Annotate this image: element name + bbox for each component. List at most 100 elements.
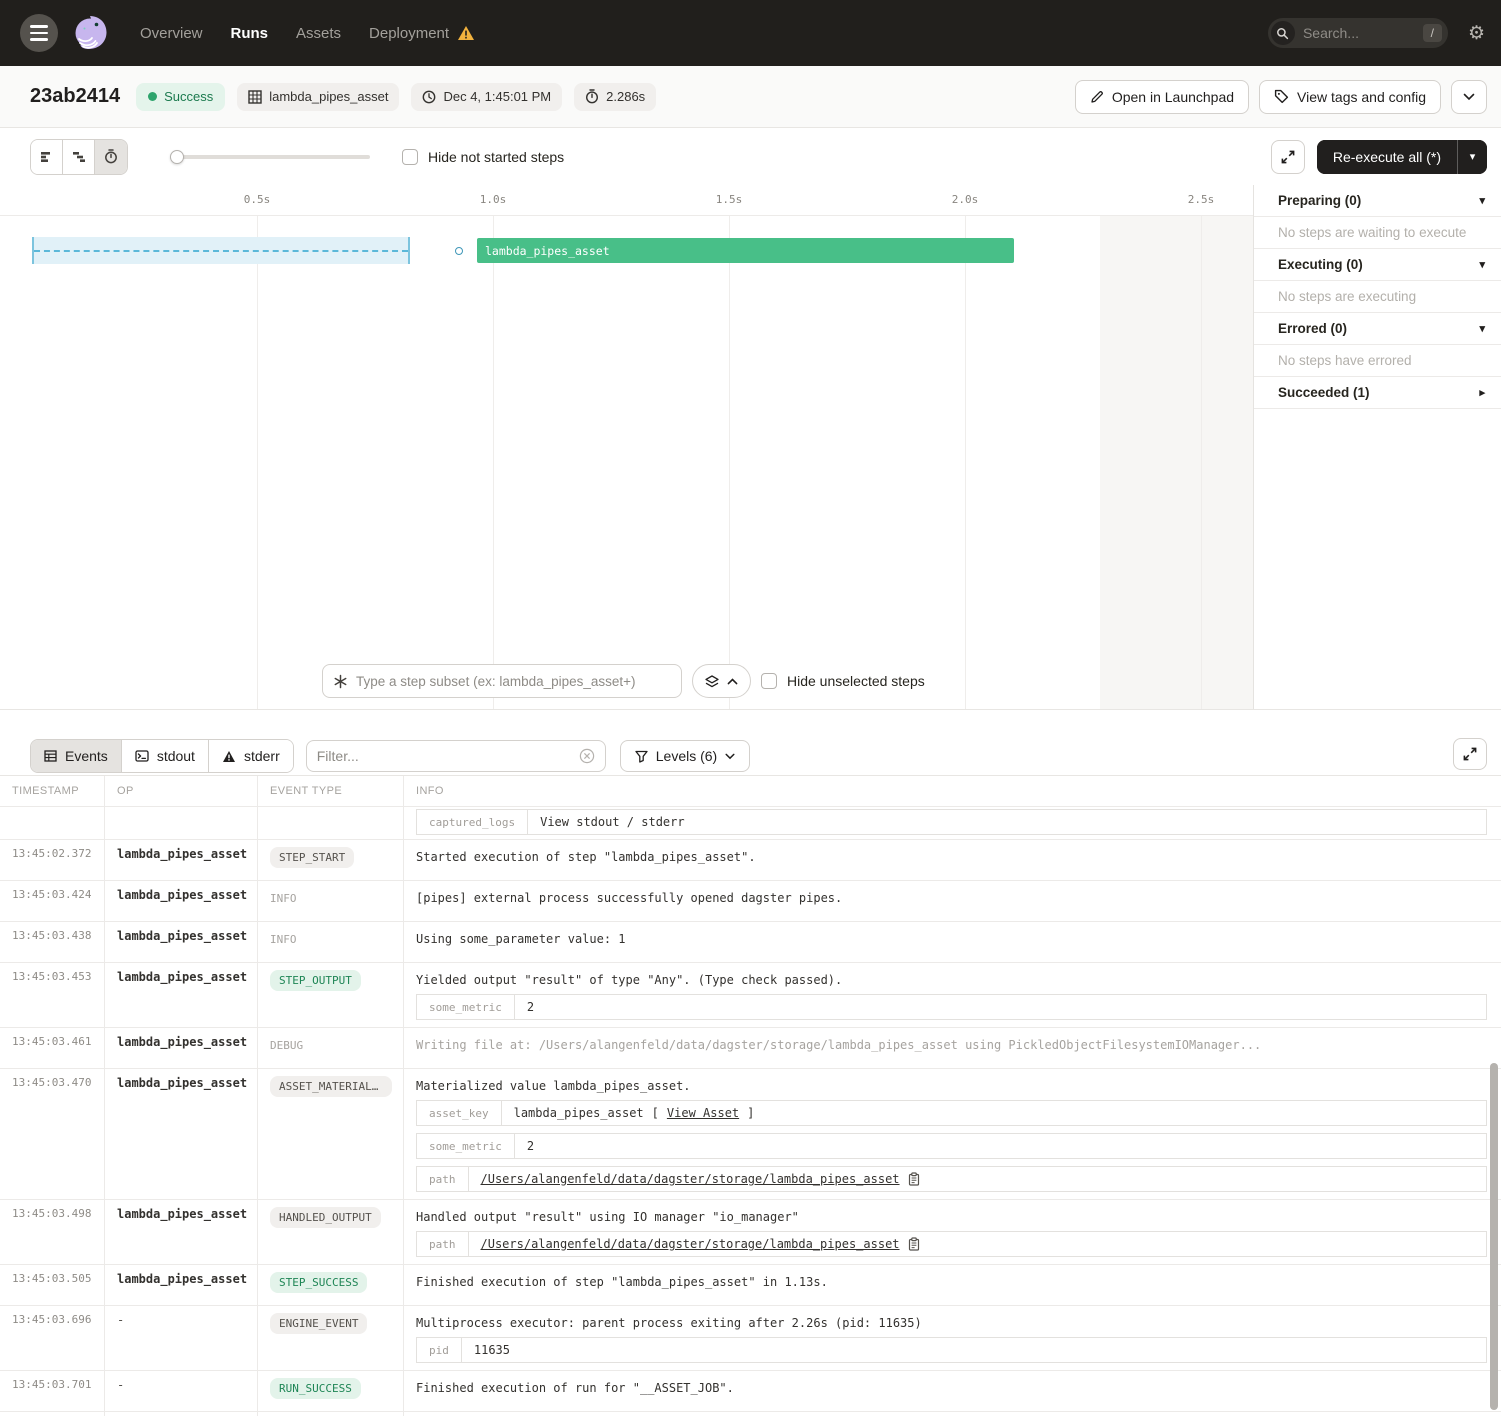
clock-icon bbox=[422, 90, 436, 104]
graph-query-toggle-button[interactable] bbox=[692, 664, 751, 698]
gantt-bottom-controls: Type a step subset (ex: lambda_pipes_ass… bbox=[322, 664, 925, 698]
log-row: 13:45:03.424lambda_pipes_assetINFO[pipes… bbox=[0, 881, 1501, 922]
timestamp-cell[interactable]: 13:45:03.696 bbox=[0, 1306, 105, 1370]
gantt-chart: 0.5s1.0s1.5s2.0s2.5s lambda_pipes_asset … bbox=[0, 185, 1253, 709]
clear-filter-icon[interactable] bbox=[579, 748, 595, 764]
pencil-icon bbox=[1090, 90, 1104, 104]
copy-icon[interactable] bbox=[908, 1172, 920, 1186]
step-subset-input[interactable]: Type a step subset (ex: lambda_pipes_ass… bbox=[322, 664, 682, 698]
waterfall-view-icon[interactable] bbox=[63, 140, 95, 174]
slider-knob[interactable] bbox=[170, 150, 184, 164]
caret-down-icon: ▾ bbox=[1479, 194, 1485, 207]
gantt-body: lambda_pipes_asset Type a step subset (e… bbox=[0, 216, 1253, 709]
tag-icon bbox=[1274, 89, 1289, 104]
sidebar-section-executing[interactable]: Executing (0)▾ bbox=[1254, 249, 1501, 281]
run-more-actions-button[interactable] bbox=[1451, 80, 1487, 114]
hide-unselected-label: Hide unselected steps bbox=[787, 673, 925, 689]
nav-item-assets[interactable]: Assets bbox=[296, 25, 341, 42]
hide-unselected-checkbox[interactable]: Hide unselected steps bbox=[761, 673, 925, 689]
panel-splitter[interactable] bbox=[0, 710, 1501, 737]
hamburger-menu-button[interactable] bbox=[20, 14, 58, 52]
nav-item-overview[interactable]: Overview bbox=[140, 25, 203, 42]
funnel-icon bbox=[635, 750, 648, 763]
dagster-logo-icon[interactable] bbox=[70, 12, 112, 54]
column-header-op: OP bbox=[105, 776, 258, 806]
metadata-key: pid bbox=[417, 1338, 462, 1362]
reexecute-all-button[interactable]: Re-execute all (*) bbox=[1317, 140, 1457, 174]
checkbox-icon[interactable] bbox=[402, 149, 418, 165]
run-tag-clock: Dec 4, 1:45:01 PM bbox=[411, 83, 562, 111]
metadata-link[interactable]: /Users/alangenfeld/data/dagster/storage/… bbox=[481, 1237, 900, 1251]
checkbox-icon[interactable] bbox=[761, 673, 777, 689]
event-message: Yielded output "result" of type "Any". (… bbox=[416, 970, 1489, 987]
metadata-text: lambda_pipes_asset bbox=[514, 1106, 644, 1120]
run-tags: lambda_pipes_assetDec 4, 1:45:01 PM2.286… bbox=[225, 83, 656, 111]
search-input[interactable]: Search... / bbox=[1268, 18, 1448, 48]
open-in-launchpad-button[interactable]: Open in Launchpad bbox=[1075, 80, 1249, 114]
table-icon bbox=[44, 750, 57, 762]
tab-stdout[interactable]: stdout bbox=[122, 740, 209, 772]
info-cell: Handled output "result" using IO manager… bbox=[404, 1200, 1501, 1264]
log-filter-field[interactable] bbox=[306, 740, 606, 772]
sidebar-section-succeeded[interactable]: Succeeded (1)▸ bbox=[1254, 377, 1501, 409]
event-log-table: TIMESTAMPOPEVENT TYPEINFOcaptured_logsVi… bbox=[0, 775, 1501, 1416]
timestamp-cell[interactable]: 13:45:03.424 bbox=[0, 881, 105, 921]
op-cell: lambda_pipes_asset bbox=[105, 840, 258, 880]
sidebar-section-preparing[interactable]: Preparing (0)▾ bbox=[1254, 185, 1501, 217]
log-row: 13:45:03.470lambda_pipes_assetASSET_MATE… bbox=[0, 1069, 1501, 1200]
nav-item-label: Deployment bbox=[369, 25, 449, 42]
gantt-zoom-slider[interactable] bbox=[170, 150, 370, 164]
info-cell: Writing file at: /Users/alangenfeld/data… bbox=[404, 1028, 1501, 1068]
gear-icon[interactable]: ⚙ bbox=[1468, 24, 1485, 43]
event-type-cell: ASSET_MATERIALIZAT… bbox=[258, 1069, 404, 1199]
log-row: 13:45:03.461lambda_pipes_assetDEBUGWriti… bbox=[0, 1028, 1501, 1069]
log-fullscreen-icon[interactable] bbox=[1453, 738, 1487, 770]
sidebar-section-errored[interactable]: Errored (0)▾ bbox=[1254, 313, 1501, 345]
info-cell: Yielded output "result" of type "Any". (… bbox=[404, 963, 1501, 1027]
flat-view-icon[interactable] bbox=[31, 140, 63, 174]
log-filter-input[interactable] bbox=[317, 748, 579, 764]
sidebar-empty-message: No steps are waiting to execute bbox=[1254, 217, 1501, 249]
tab-stderr[interactable]: stderr bbox=[209, 740, 293, 772]
reexecute-caret-button[interactable]: ▾ bbox=[1457, 140, 1487, 174]
nav-item-deployment[interactable]: Deployment bbox=[369, 25, 475, 42]
hide-not-started-checkbox[interactable]: Hide not started steps bbox=[402, 149, 564, 165]
event-message: [pipes] external process successfully op… bbox=[416, 888, 1489, 905]
view-logs-link[interactable]: View stdout / stderr bbox=[540, 815, 685, 829]
slider-track[interactable] bbox=[170, 155, 370, 159]
metadata-link[interactable]: View Asset bbox=[667, 1106, 739, 1120]
dagster-run-page: Overview Runs Assets Deployment Search... /… bbox=[0, 0, 1501, 1416]
button-label: View tags and config bbox=[1297, 89, 1426, 105]
run-tag-grid[interactable]: lambda_pipes_asset bbox=[237, 83, 399, 111]
timestamp-cell[interactable]: 13:45:03.701 bbox=[0, 1371, 105, 1411]
timestamp-cell[interactable]: 13:45:03.498 bbox=[0, 1200, 105, 1264]
metadata-value: View stdout / stderr bbox=[528, 810, 1486, 834]
timestamp-cell[interactable]: 13:45:03.505 bbox=[0, 1265, 105, 1305]
levels-label: Levels (6) bbox=[656, 748, 717, 764]
log-tabs: Eventsstdoutstderr bbox=[30, 739, 294, 773]
timing-view-icon[interactable] bbox=[95, 140, 127, 174]
view-tags-and-config-button[interactable]: View tags and config bbox=[1259, 80, 1441, 114]
levels-filter-button[interactable]: Levels (6) bbox=[620, 740, 750, 772]
timestamp-cell[interactable]: 13:45:03.716 bbox=[0, 1412, 105, 1416]
gantt-fullscreen-icon[interactable] bbox=[1271, 140, 1305, 174]
gantt-step-bar[interactable]: lambda_pipes_asset bbox=[477, 238, 1014, 263]
column-header-timestamp: TIMESTAMP bbox=[0, 776, 105, 806]
timestamp-cell[interactable]: 13:45:03.461 bbox=[0, 1028, 105, 1068]
op-cell: lambda_pipes_asset bbox=[105, 922, 258, 962]
timestamp-cell[interactable]: 13:45:03.470 bbox=[0, 1069, 105, 1199]
nav-item-runs[interactable]: Runs bbox=[231, 25, 269, 42]
timestamp-cell[interactable]: 13:45:03.438 bbox=[0, 922, 105, 962]
copy-icon[interactable] bbox=[908, 1237, 920, 1251]
log-row: 13:45:03.438lambda_pipes_assetINFOUsing … bbox=[0, 922, 1501, 963]
tab-events[interactable]: Events bbox=[31, 740, 122, 772]
metadata-link[interactable]: /Users/alangenfeld/data/dagster/storage/… bbox=[481, 1172, 900, 1186]
op-cell: lambda_pipes_asset bbox=[105, 1069, 258, 1199]
timestamp-cell[interactable]: 13:45:02.372 bbox=[0, 840, 105, 880]
hide-not-started-label: Hide not started steps bbox=[428, 149, 564, 165]
step-status-sidebar: Preparing (0)▾No steps are waiting to ex… bbox=[1253, 185, 1501, 709]
log-scrollbar-thumb[interactable] bbox=[1490, 1063, 1498, 1410]
axis-gridline bbox=[257, 216, 258, 709]
run-tag-label: lambda_pipes_asset bbox=[269, 89, 388, 104]
timestamp-cell[interactable]: 13:45:03.453 bbox=[0, 963, 105, 1027]
